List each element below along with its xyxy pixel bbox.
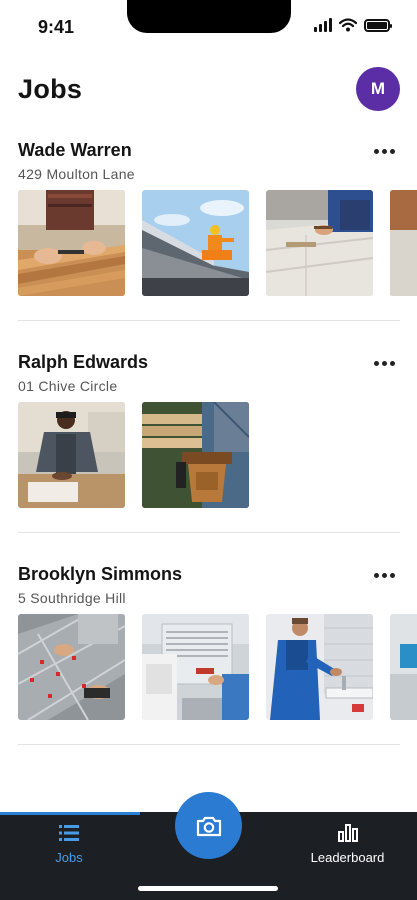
job-address: 01 Chive Circle [18, 378, 118, 394]
job-photo-carpentry[interactable] [18, 190, 125, 296]
job-photo-partial[interactable] [390, 614, 417, 720]
job-photo-roofing[interactable] [142, 190, 249, 296]
job-card[interactable]: Brooklyn Simmons 5 Southridge Hill [0, 564, 417, 754]
list-icon [59, 825, 79, 841]
leaderboard-icon [337, 824, 358, 842]
status-bar: 9:41 [0, 0, 417, 56]
page-title: Jobs [18, 74, 83, 104]
cellular-signal-icon [314, 18, 332, 32]
home-indicator[interactable] [138, 886, 278, 891]
job-address: 5 Southridge Hill [18, 590, 126, 606]
job-card[interactable]: Wade Warren 429 Moulton Lane [0, 140, 417, 330]
section-divider [18, 532, 400, 533]
job-photo-toolbelt[interactable] [142, 402, 249, 508]
tab-leaderboard-label: Leaderboard [310, 850, 385, 865]
photo-row [18, 402, 417, 508]
status-icons [314, 18, 392, 32]
tab-jobs-label: Jobs [55, 850, 83, 865]
job-client-name: Wade Warren [18, 140, 132, 160]
avatar[interactable]: M [356, 67, 400, 111]
job-address: 429 Moulton Lane [18, 166, 135, 182]
battery-icon [364, 18, 392, 32]
job-photo-flooring[interactable] [266, 190, 373, 296]
tab-jobs[interactable]: Jobs [43, 824, 95, 865]
active-tab-indicator [0, 812, 140, 815]
job-photo-plumbing[interactable] [266, 614, 373, 720]
job-client-name: Brooklyn Simmons [18, 564, 183, 584]
device-notch [127, 0, 291, 33]
photo-row [18, 614, 417, 720]
job-photo-hvac[interactable] [142, 614, 249, 720]
status-time: 9:41 [38, 17, 75, 37]
more-options-button[interactable] [374, 570, 398, 580]
photo-row [18, 190, 417, 296]
more-options-button[interactable] [374, 146, 398, 156]
tab-leaderboard[interactable]: Leaderboard [300, 824, 395, 865]
more-options-button[interactable] [374, 358, 398, 368]
camera-icon [196, 816, 221, 836]
camera-button[interactable] [175, 792, 242, 859]
job-client-name: Ralph Edwards [18, 352, 149, 372]
job-photo-tiling[interactable] [18, 614, 125, 720]
job-card[interactable]: Ralph Edwards 01 Chive Circle [0, 352, 417, 542]
section-divider [18, 320, 400, 321]
job-photo-workshop[interactable] [18, 402, 125, 508]
job-photo-partial[interactable] [390, 190, 417, 296]
wifi-icon [339, 18, 357, 32]
section-divider [18, 744, 400, 745]
